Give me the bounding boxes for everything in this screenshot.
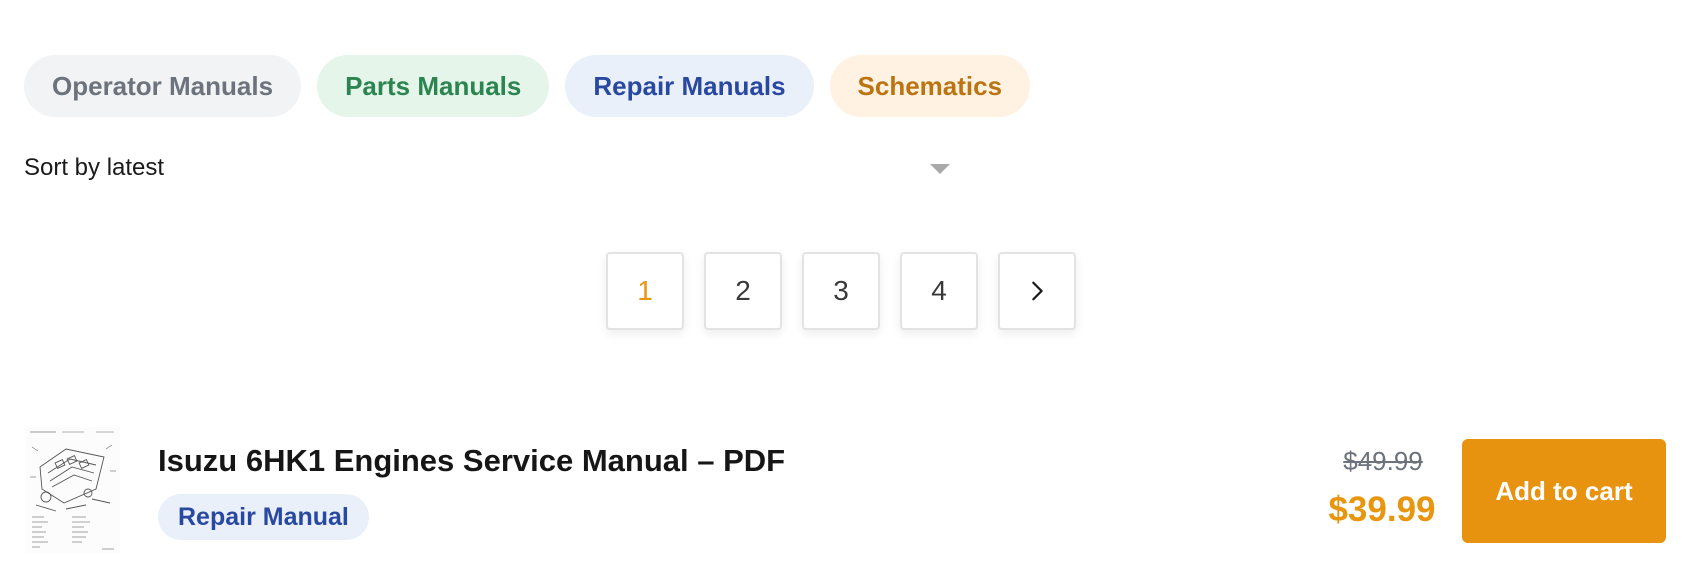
product-row: Isuzu 6HK1 Engines Service Manual – PDF … [24, 425, 1666, 555]
next-page-button[interactable] [998, 252, 1076, 330]
category-parts-manuals[interactable]: Parts Manuals [317, 55, 550, 117]
product-thumbnail[interactable] [26, 427, 120, 553]
add-to-cart-button[interactable]: Add to cart [1462, 439, 1666, 543]
page-button-3[interactable]: 3 [802, 252, 880, 330]
sort-select-value: Sort by latest [24, 154, 165, 181]
category-repair-manuals[interactable]: Repair Manuals [565, 55, 814, 117]
chevron-right-icon [1032, 281, 1043, 301]
page-button-1[interactable]: 1 [606, 252, 684, 330]
original-price: $49.99 [1343, 446, 1423, 476]
product-category-badge[interactable]: Repair Manual [158, 494, 369, 540]
product-title-link[interactable]: Isuzu 6HK1 Engines Service Manual – PDF [158, 443, 785, 479]
category-filter-bar: Operator Manuals Parts Manuals Repair Ma… [24, 55, 1031, 117]
page-button-2[interactable]: 2 [704, 252, 782, 330]
page-button-4[interactable]: 4 [900, 252, 978, 330]
sale-price: $39.99 [1328, 490, 1436, 529]
product-listing-page: Operator Manuals Parts Manuals Repair Ma… [0, 0, 1688, 574]
pagination: 1 2 3 4 [606, 252, 1076, 330]
caret-down-icon [930, 164, 950, 174]
category-operator-manuals[interactable]: Operator Manuals [24, 55, 302, 117]
category-schematics[interactable]: Schematics [829, 55, 1031, 117]
engine-diagram-thumbnail [26, 427, 120, 553]
sort-select[interactable]: Sort by latest [24, 150, 950, 186]
